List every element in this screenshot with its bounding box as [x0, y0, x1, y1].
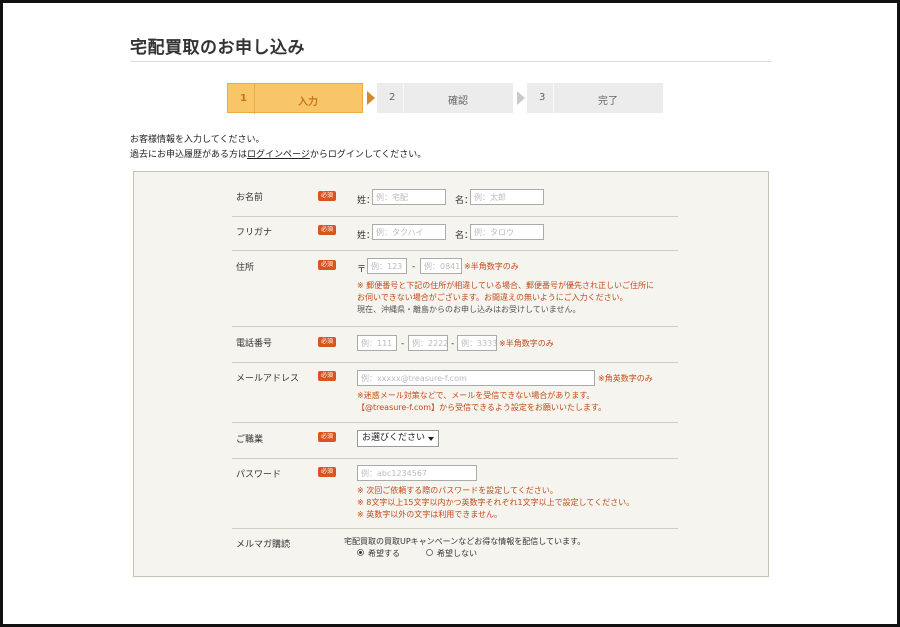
chevron-down-icon — [428, 437, 434, 441]
required-badge: 必須 — [318, 191, 336, 201]
job-select[interactable]: お選びください — [357, 430, 439, 447]
row-password: パスワード 必須 例：abc1234567 ※ 次回ご依頼する際のパスワードを設… — [232, 458, 678, 529]
phone-1-input[interactable]: 例：111 — [357, 335, 397, 351]
password-input[interactable]: 例：abc1234567 — [357, 465, 477, 481]
step-complete: 3 完了 — [527, 83, 663, 113]
row-newsletter: メルマガ購読 宅配買取の買取UPキャンペーンなどお得な情報を配信しています。 希… — [236, 537, 586, 558]
format-hint: ※角英数字のみ — [598, 374, 653, 383]
first-name-input[interactable]: 例：太郎 — [470, 189, 544, 205]
title-divider — [130, 61, 771, 62]
zip-code-1-input[interactable]: 例：123 — [367, 258, 407, 274]
row-kana: フリガナ 必須 姓： 例：タクハイ 名： 例：タロウ — [232, 216, 678, 251]
required-badge: 必須 — [318, 432, 336, 442]
field-label: ご職業 — [236, 435, 264, 445]
row-address: 住所 必須 〒 例：123 - 例：0841 ※半角数字のみ ※ 郵便番号と下記… — [232, 250, 678, 327]
newsletter-no-radio[interactable] — [426, 549, 433, 556]
field-label: メールアドレス — [236, 374, 300, 384]
required-badge: 必須 — [318, 371, 336, 381]
step-label: 完了 — [598, 96, 618, 107]
progress-stepper: 1 入力 2 確認 3 完了 — [227, 83, 667, 114]
phone-3-input[interactable]: 例：3333 — [457, 335, 497, 351]
step-number: 1 — [240, 93, 247, 104]
zip-code-2-input[interactable]: 例：0841 — [420, 258, 462, 274]
phone-2-input[interactable]: 例：2222 — [408, 335, 448, 351]
step-confirm: 2 確認 — [377, 83, 513, 113]
required-badge: 必須 — [318, 337, 336, 347]
step-label: 入力 — [298, 97, 318, 108]
row-name: お名前 必須 姓： 例：宅配 名： 例：太郎 — [232, 182, 678, 217]
step-number: 3 — [539, 92, 546, 103]
row-job: ご職業 必須 お選びください — [232, 422, 678, 459]
field-label: フリガナ — [236, 228, 273, 238]
email-input[interactable]: 例：xxxxx@treasure-f.com — [357, 370, 595, 386]
last-name-input[interactable]: 例：宅配 — [372, 189, 446, 205]
format-hint: ※半角数字のみ — [499, 339, 554, 348]
row-phone: 電話番号 必須 例：111 - 例：2222 - 例：3333 ※半角数字のみ — [232, 326, 678, 363]
field-label: メルマガ購読 — [236, 540, 291, 550]
customer-form: お名前 必須 姓： 例：宅配 名： 例：太郎 フリガナ 必須 姓： 例：タクハイ… — [133, 171, 769, 577]
format-hint: ※半角数字のみ — [464, 262, 519, 271]
intro-text: お客様情報を入力してください。 過去にお申込履歴がある方はログインページからログ… — [130, 135, 427, 160]
newsletter-yes-radio[interactable] — [357, 549, 364, 556]
field-label: 住所 — [236, 263, 255, 273]
required-badge: 必須 — [318, 467, 336, 477]
step-number: 2 — [389, 92, 396, 103]
step-arrow-icon — [517, 91, 525, 105]
first-name-kana-input[interactable]: 例：タロウ — [470, 224, 544, 240]
login-page-link[interactable]: ログインページ — [247, 150, 310, 160]
required-badge: 必須 — [318, 225, 336, 235]
field-label: お名前 — [236, 193, 264, 203]
field-label: パスワード — [236, 470, 282, 480]
required-badge: 必須 — [318, 260, 336, 270]
step-label: 確認 — [448, 96, 468, 107]
newsletter-description: 宅配買取の買取UPキャンペーンなどお得な情報を配信しています。 — [344, 537, 586, 546]
row-email: メールアドレス 必須 例：xxxxx@treasure-f.com ※角英数字の… — [232, 362, 678, 423]
postal-mark: 〒 — [357, 265, 367, 275]
last-name-kana-input[interactable]: 例：タクハイ — [372, 224, 446, 240]
page-title: 宅配買取のお申し込み — [130, 38, 305, 58]
page-frame: 宅配買取のお申し込み 1 入力 2 確認 3 完了 お客様情報を入力してください… — [0, 0, 900, 627]
step-input: 1 入力 — [227, 83, 363, 114]
step-arrow-icon — [367, 91, 375, 105]
field-label: 電話番号 — [236, 339, 273, 349]
